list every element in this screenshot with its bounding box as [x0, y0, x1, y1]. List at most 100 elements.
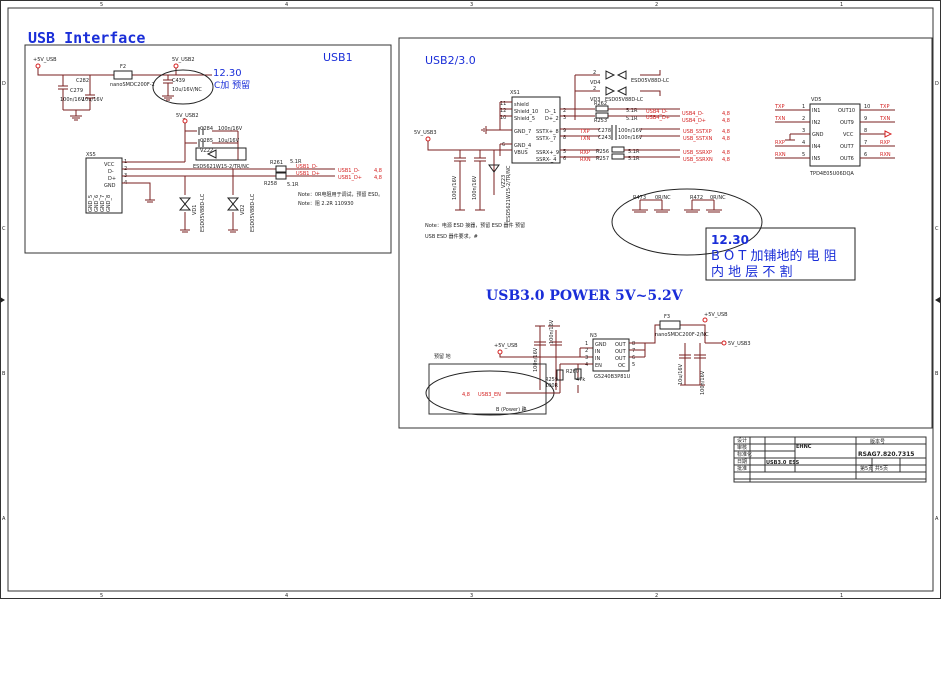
resistor-symbol — [275, 172, 287, 180]
usb23-block — [398, 37, 933, 429]
cap-value: 10u/16V — [82, 97, 104, 103]
pin-num: 2 — [585, 348, 588, 354]
diode-part: ESD05V88D-LC — [605, 97, 644, 103]
res-ref: R262 — [594, 101, 607, 107]
schematic-canvas: 5 4 3 2 1 5 4 3 2 1 D C B A D C B A USB … — [0, 0, 941, 599]
wire — [640, 128, 680, 137]
title-grid — [734, 437, 926, 482]
arrow-marker-icon — [935, 297, 940, 303]
pin-num: 5 — [802, 152, 805, 158]
net-sstxp: USB_SSTXP — [683, 129, 712, 135]
cap-symbol — [534, 341, 562, 346]
wire — [427, 141, 512, 158]
net-usb3-en: USB3_EN — [478, 392, 501, 398]
tb-row: 审核 — [737, 444, 747, 451]
res-value: 5.1R — [626, 116, 638, 122]
conn-ref: XS5 — [86, 152, 96, 158]
ic-pin-right: OUT — [615, 349, 627, 355]
wire — [180, 169, 238, 233]
note-line: Note：0R电阻用于调试，预留 ESD。 — [298, 191, 383, 198]
tb-doc-no: RSAG7.820.7315 — [858, 451, 914, 458]
cap-value: 100n/16V — [618, 128, 643, 134]
fuse-symbol — [113, 70, 133, 80]
ic-pin-left: EN — [595, 363, 602, 369]
net-txn: TXN — [579, 136, 590, 142]
esd-part: ESD5621W15-2/TR/NC — [506, 165, 512, 222]
net-label: 5V_USB3 — [414, 130, 437, 136]
cap-value: 100n/16V — [533, 347, 539, 372]
tb-row: 标准化 — [737, 451, 752, 458]
power-port-icon — [702, 317, 708, 323]
net-ref: 4,8 — [722, 157, 730, 163]
sheet-frame — [0, 0, 941, 599]
power-port-icon — [182, 118, 188, 124]
conn-pin-left: GND_4 — [514, 143, 531, 149]
fuse-symbol — [659, 320, 681, 330]
net-usb4-dp: USB4_D+ — [682, 118, 706, 124]
conn-pin: D+ — [108, 176, 116, 182]
cap-value: 10u/16V/NC — [172, 87, 202, 93]
resistor-symbol — [611, 153, 625, 160]
res-value: 0R/NC — [710, 195, 726, 201]
res-ref: R260 — [566, 369, 579, 375]
pin-num: 5 — [632, 362, 635, 368]
cap-symbol — [679, 354, 706, 359]
row-label: D — [935, 81, 939, 87]
diode-icon — [178, 197, 192, 205]
note-date: 12.30 — [213, 68, 242, 79]
ic-pin-left: IN — [595, 356, 600, 362]
pin-num: 2 — [593, 70, 596, 76]
resistor-symbol — [275, 165, 287, 173]
pin-num: 2 — [593, 86, 596, 92]
net-usb4-dm: USB4_D- — [682, 111, 704, 117]
pin-num: 6 — [632, 355, 635, 361]
conn-pin-right: SSTX+_8 — [536, 129, 559, 135]
diode-icon — [605, 86, 616, 96]
net-usb1-dp: USB1_D+ — [296, 171, 320, 177]
conn-pin-left: GND_7 — [514, 129, 531, 135]
ic-pin-left: GND — [812, 132, 824, 138]
net-ref: 4,8 — [374, 168, 382, 174]
col-label: 1 — [840, 2, 843, 8]
cap-value: 100n/16V — [472, 175, 478, 200]
tb-row: 日期 — [737, 459, 747, 465]
diode-icon — [605, 70, 616, 80]
bot-note-line2: 内 地 层 不 割 — [711, 264, 793, 280]
bot-note-date: 12.30 — [711, 233, 749, 247]
pin-num: 2 — [802, 116, 805, 122]
pin-num: 6 — [864, 152, 867, 158]
tpd-net-right: RXN — [880, 152, 891, 158]
resistor-symbol — [611, 146, 625, 153]
en-note: 预留 地 — [434, 353, 451, 360]
net-ref: 4,8 — [722, 150, 730, 156]
cap-ref: C278 — [598, 128, 611, 134]
cap-ref: C243 — [598, 135, 611, 141]
diode-icon — [226, 197, 240, 205]
ic-part: TPD4E05U06DQA — [809, 171, 854, 177]
net-ref: 4,8 — [722, 136, 730, 142]
ic-pin-right: OUT10 — [838, 108, 855, 114]
row-label: B — [935, 371, 939, 377]
tb-row: 设计 — [737, 437, 747, 444]
ic-pin-right: OC — [618, 363, 626, 369]
tpd-net-left: RXP — [775, 140, 785, 146]
sheet-inner-frame — [7, 7, 934, 592]
net-label: 5V_USB2 — [172, 57, 195, 63]
arrow-marker-icon — [0, 297, 5, 303]
net-sstxn: USB_SSTXN — [683, 136, 713, 142]
ic-ref: VD5 — [811, 97, 821, 103]
net-ref: 4,8 — [462, 392, 470, 398]
diode-ref: VD2 — [240, 205, 246, 215]
cap-value: 10u/16V — [218, 138, 240, 144]
ic-pin-left: IN5 — [812, 156, 820, 162]
tpd-net-right: TXN — [879, 116, 890, 122]
pin-num: 8 — [632, 341, 635, 347]
diode-icon — [616, 70, 627, 80]
tb-row: 批准 — [737, 465, 747, 472]
res-value: 0R/NC — [655, 195, 671, 201]
diode-part: ESD05V88D-LC — [200, 193, 206, 232]
net-label: 5V_USB2 — [176, 113, 199, 119]
diode-ref: VD1 — [192, 205, 198, 215]
net-ref: 4,8 — [722, 129, 730, 135]
ic-pin-left: IN1 — [812, 108, 820, 114]
